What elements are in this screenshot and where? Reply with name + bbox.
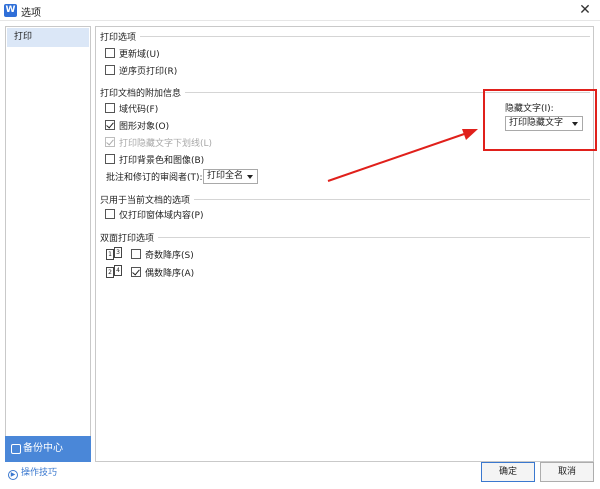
cancel-button[interactable]: 取消 <box>540 462 594 482</box>
annotation-arrow-icon <box>327 129 478 182</box>
ok-button[interactable]: 确定 <box>481 462 535 482</box>
